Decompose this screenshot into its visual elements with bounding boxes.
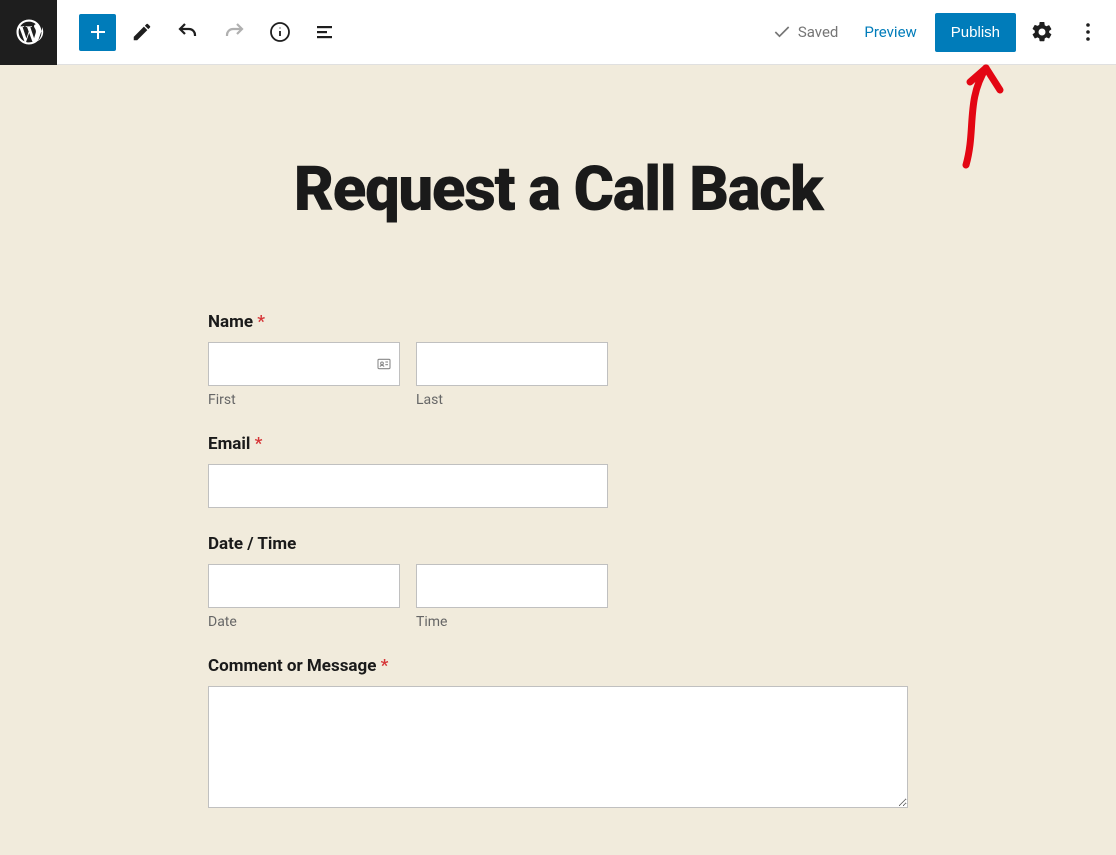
field-comment: Comment or Message * [208, 656, 908, 812]
comment-required: * [381, 656, 389, 676]
info-icon [268, 20, 292, 44]
list-icon [314, 20, 338, 44]
comment-label: Comment or Message * [208, 656, 908, 676]
saved-label: Saved [798, 23, 839, 41]
outline-button[interactable] [306, 12, 346, 52]
date-sublabel: Date [208, 614, 400, 630]
date-input[interactable] [208, 564, 400, 608]
editor-canvas: Request a Call Back Name * [0, 65, 1116, 855]
edit-mode-button[interactable] [122, 12, 162, 52]
datetime-label: Date / Time [208, 534, 908, 554]
publish-button[interactable]: Publish [935, 13, 1016, 52]
undo-button[interactable] [168, 12, 208, 52]
add-block-button[interactable] [79, 14, 116, 51]
pencil-icon [131, 21, 153, 43]
time-input[interactable] [416, 564, 608, 608]
field-email: Email * [208, 434, 908, 508]
first-name-input[interactable] [208, 342, 400, 386]
plus-icon [86, 20, 110, 44]
name-label-text: Name [208, 312, 253, 332]
first-name-sublabel: First [208, 392, 400, 408]
preview-link[interactable]: Preview [852, 13, 928, 51]
save-status: Saved [772, 22, 839, 42]
name-required: * [257, 312, 265, 332]
check-icon [772, 22, 792, 42]
gear-icon [1030, 20, 1054, 44]
callback-form: Name * [208, 312, 908, 855]
last-name-sublabel: Last [416, 392, 608, 408]
time-sublabel: Time [416, 614, 608, 630]
editor-toolbar: Saved Preview Publish [0, 0, 1116, 65]
info-button[interactable] [260, 12, 300, 52]
redo-button[interactable] [214, 12, 254, 52]
email-input[interactable] [208, 464, 608, 508]
wordpress-logo[interactable] [0, 0, 57, 65]
email-required: * [255, 434, 263, 454]
toolbar-right-group: Saved Preview Publish [772, 12, 1116, 52]
last-name-input[interactable] [416, 342, 608, 386]
email-label: Email * [208, 434, 908, 454]
settings-button[interactable] [1022, 12, 1062, 52]
comment-label-text: Comment or Message [208, 656, 376, 676]
more-vertical-icon [1076, 20, 1100, 44]
field-name: Name * [208, 312, 908, 408]
comment-textarea[interactable] [208, 686, 908, 808]
redo-icon [222, 20, 246, 44]
more-options-button[interactable] [1068, 12, 1108, 52]
field-datetime: Date / Time Date Time [208, 534, 908, 630]
undo-icon [176, 20, 200, 44]
email-label-text: Email [208, 434, 250, 454]
wordpress-icon [14, 17, 44, 47]
page-title[interactable]: Request a Call Back [0, 153, 1116, 226]
name-label: Name * [208, 312, 908, 332]
toolbar-left-group [57, 12, 346, 52]
